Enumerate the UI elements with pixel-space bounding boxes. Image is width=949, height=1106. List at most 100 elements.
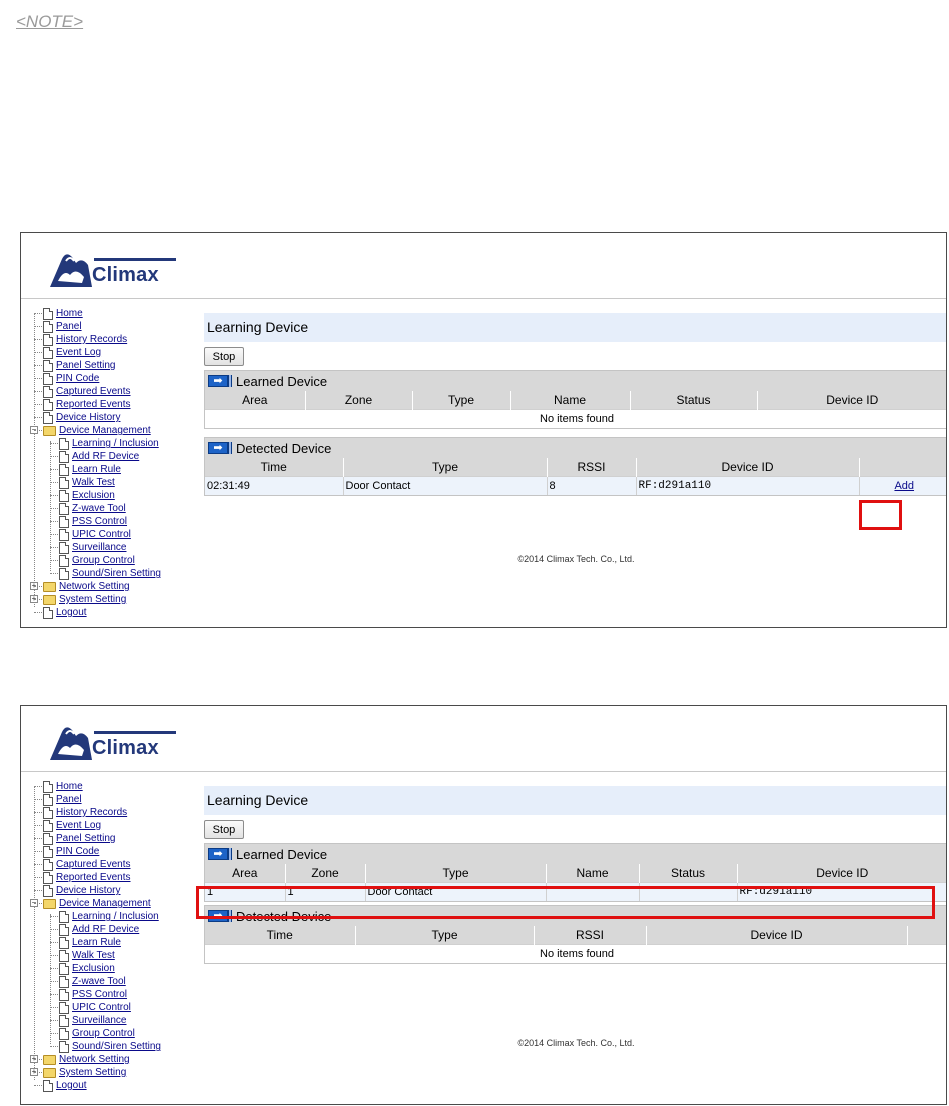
nav-learning-inclusion[interactable]: Learning / Inclusion xyxy=(72,438,159,449)
page-icon xyxy=(59,1001,69,1014)
nav-home[interactable]: Home xyxy=(56,308,83,319)
nav-pss-control[interactable]: PSS Control xyxy=(72,989,127,1000)
nav-exclusion[interactable]: Exclusion xyxy=(72,490,115,501)
logo-text: Climax xyxy=(92,264,159,286)
nav-captured-events[interactable]: Captured Events xyxy=(56,859,131,870)
folder-open-icon xyxy=(43,425,56,436)
nav-group-control[interactable]: Group Control xyxy=(72,555,135,566)
arrow-right-icon: ➡ xyxy=(208,442,232,454)
add-device-link[interactable]: Add xyxy=(894,480,914,492)
col-rssi: RSSI xyxy=(546,458,636,476)
learned-device-section: ➡ Learned Device Area Zone Type Name Stat… xyxy=(204,370,946,429)
nav-system-setting[interactable]: System Setting xyxy=(59,1067,126,1078)
nav-zwave-tool[interactable]: Z-wave Tool xyxy=(72,976,126,987)
nav-event-log[interactable]: Event Log xyxy=(56,820,101,831)
page-icon xyxy=(43,606,53,619)
cell-time: 02:31:49 xyxy=(205,475,343,495)
stop-button[interactable]: Stop xyxy=(204,820,244,839)
page-icon xyxy=(59,437,69,450)
col-device-id: Device ID xyxy=(756,391,946,409)
col-status: Status xyxy=(638,864,737,882)
nav-surveillance[interactable]: Surveillance xyxy=(72,1015,126,1026)
nav-pss-control[interactable]: PSS Control xyxy=(72,516,127,527)
empty-message: No items found xyxy=(205,943,946,963)
page-icon xyxy=(59,515,69,528)
nav-upic-control[interactable]: UPIC Control xyxy=(72,1002,131,1013)
page-icon xyxy=(43,359,53,372)
nav-event-log[interactable]: Event Log xyxy=(56,347,101,358)
nav-group-control[interactable]: Group Control xyxy=(72,1028,135,1039)
climax-logo-icon xyxy=(50,254,92,287)
stop-button[interactable]: Stop xyxy=(204,347,244,366)
nav-sound-siren-setting[interactable]: Sound/Siren Setting xyxy=(72,1041,161,1052)
nav-device-history[interactable]: Device History xyxy=(56,412,120,423)
nav-device-management[interactable]: Device Management xyxy=(59,425,151,436)
folder-icon xyxy=(43,581,56,592)
header-divider xyxy=(21,771,946,772)
nav-upic-control[interactable]: UPIC Control xyxy=(72,529,131,540)
nav-network-setting[interactable]: Network Setting xyxy=(59,1054,130,1065)
detected-device-title: Detected Device xyxy=(236,440,332,456)
page-icon xyxy=(43,806,53,819)
page-icon xyxy=(43,411,53,424)
col-type: Type xyxy=(364,864,546,882)
nav-pin-code[interactable]: PIN Code xyxy=(56,373,99,384)
nav-surveillance[interactable]: Surveillance xyxy=(72,542,126,553)
nav-device-management[interactable]: Device Management xyxy=(59,898,151,909)
nav-reported-events[interactable]: Reported Events xyxy=(56,399,131,410)
nav-add-rf-device[interactable]: Add RF Device xyxy=(72,451,139,462)
nav-panel-setting[interactable]: Panel Setting xyxy=(56,360,116,371)
arrow-right-icon: ➡ xyxy=(208,848,232,860)
page-icon xyxy=(43,333,53,346)
nav-system-setting[interactable]: System Setting xyxy=(59,594,126,605)
climax-logo-icon xyxy=(50,727,92,760)
nav-zwave-tool[interactable]: Z-wave Tool xyxy=(72,503,126,514)
header-divider xyxy=(21,298,946,299)
nav-walk-test[interactable]: Walk Test xyxy=(72,950,115,961)
page-title: Learning Device xyxy=(204,313,946,342)
nav-captured-events[interactable]: Captured Events xyxy=(56,386,131,397)
nav-panel[interactable]: Panel xyxy=(56,321,82,332)
nav-logout[interactable]: Logout xyxy=(56,607,87,618)
nav-home[interactable]: Home xyxy=(56,781,83,792)
logo-bar xyxy=(94,731,176,734)
nav-device-history[interactable]: Device History xyxy=(56,885,120,896)
nav-reported-events[interactable]: Reported Events xyxy=(56,872,131,883)
nav-walk-test[interactable]: Walk Test xyxy=(72,477,115,488)
col-name: Name xyxy=(545,864,639,882)
learned-device-table: Area Zone Type Name Status Device ID No … xyxy=(205,391,946,428)
nav-panel[interactable]: Panel xyxy=(56,794,82,805)
page-icon xyxy=(59,502,69,515)
folder-icon xyxy=(43,1067,56,1078)
page-icon xyxy=(59,554,69,567)
col-name: Name xyxy=(509,391,630,409)
detected-device-section: ➡ Detected Device Time Type RSSI Device I… xyxy=(204,437,946,496)
page-icon xyxy=(43,398,53,411)
nav-learn-rule[interactable]: Learn Rule xyxy=(72,464,121,475)
screenshot-before-add: Climax Home Panel History Records Event … xyxy=(20,232,947,628)
climax-logo: Climax xyxy=(46,720,181,764)
nav-network-setting[interactable]: Network Setting xyxy=(59,581,130,592)
nav-learn-rule[interactable]: Learn Rule xyxy=(72,937,121,948)
nav-pin-code[interactable]: PIN Code xyxy=(56,846,99,857)
nav-learning-inclusion[interactable]: Learning / Inclusion xyxy=(72,911,159,922)
detected-device-table: Time Type RSSI Device ID No items found xyxy=(205,926,946,963)
footer-copyright: ©2014 Climax Tech. Co., Ltd. xyxy=(517,1038,635,1048)
page-icon xyxy=(43,307,53,320)
page-icon xyxy=(43,372,53,385)
nav-sound-siren-setting[interactable]: Sound/Siren Setting xyxy=(72,568,161,579)
folder-open-icon xyxy=(43,898,56,909)
page-icon xyxy=(59,463,69,476)
nav-panel-setting[interactable]: Panel Setting xyxy=(56,833,116,844)
nav-add-rf-device[interactable]: Add RF Device xyxy=(72,924,139,935)
main-content: Learning Device Stop ➡ Learned Device Are… xyxy=(204,313,946,564)
nav-exclusion[interactable]: Exclusion xyxy=(72,963,115,974)
nav-logout[interactable]: Logout xyxy=(56,1080,87,1091)
col-device-id: Device ID xyxy=(645,926,907,944)
learned-device-title: Learned Device xyxy=(236,373,328,389)
col-area: Area xyxy=(205,864,285,882)
nav-history-records[interactable]: History Records xyxy=(56,807,127,818)
nav-history-records[interactable]: History Records xyxy=(56,334,127,345)
col-time: Time xyxy=(205,926,355,944)
page-icon xyxy=(59,988,69,1001)
